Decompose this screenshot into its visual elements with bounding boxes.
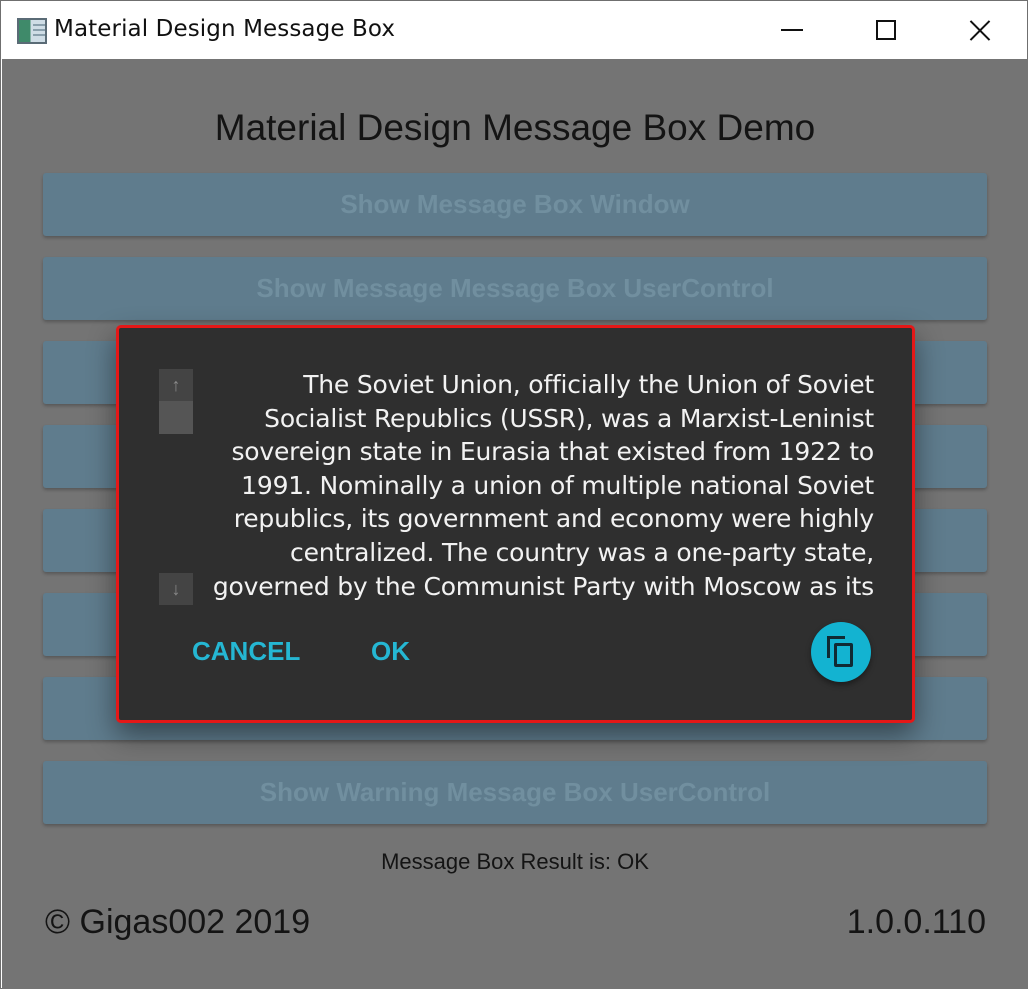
show-warning-message-box-usercontrol-button[interactable]: Show Warning Message Box UserControl	[43, 761, 987, 824]
copy-button[interactable]	[811, 622, 871, 682]
ok-button[interactable]: OK	[371, 631, 410, 671]
message-text: The Soviet Union, officially the Union o…	[212, 370, 874, 601]
app-window: Material Design Message Box Material Des…	[0, 0, 1028, 989]
cancel-button[interactable]: CANCEL	[192, 631, 300, 671]
show-message-box-window-button[interactable]: Show Message Box Window	[43, 173, 987, 236]
app-window-icon	[17, 18, 47, 44]
close-button[interactable]	[933, 1, 1027, 59]
message-scroll-area[interactable]: The Soviet Union, officially the Union o…	[199, 368, 874, 608]
show-message-box-usercontrol-button[interactable]: Show Message Message Box UserControl	[43, 257, 987, 320]
window-title: Material Design Message Box	[54, 16, 396, 42]
scroll-up-arrow-icon[interactable]: ↑	[159, 369, 193, 401]
message-box-dialog: ↑ ↓ The Soviet Union, officially the Uni…	[116, 325, 915, 723]
page-title: Material Design Message Box Demo	[214, 107, 816, 148]
copyright-text: © Gigas002 2019	[45, 903, 311, 941]
close-icon	[969, 19, 991, 41]
title-bar: Material Design Message Box	[1, 1, 1027, 59]
copy-icon	[827, 636, 855, 668]
minimize-icon	[781, 29, 803, 31]
scroll-thumb[interactable]	[159, 401, 193, 434]
minimize-button[interactable]	[745, 1, 839, 59]
maximize-icon	[876, 20, 896, 40]
version-text: 1.0.0.110	[846, 903, 986, 941]
scroll-down-arrow-icon[interactable]: ↓	[159, 573, 193, 605]
maximize-button[interactable]	[839, 1, 933, 59]
message-scrollbar[interactable]: ↑ ↓	[159, 369, 193, 609]
message-box-result: Message Box Result is: OK	[381, 849, 649, 874]
